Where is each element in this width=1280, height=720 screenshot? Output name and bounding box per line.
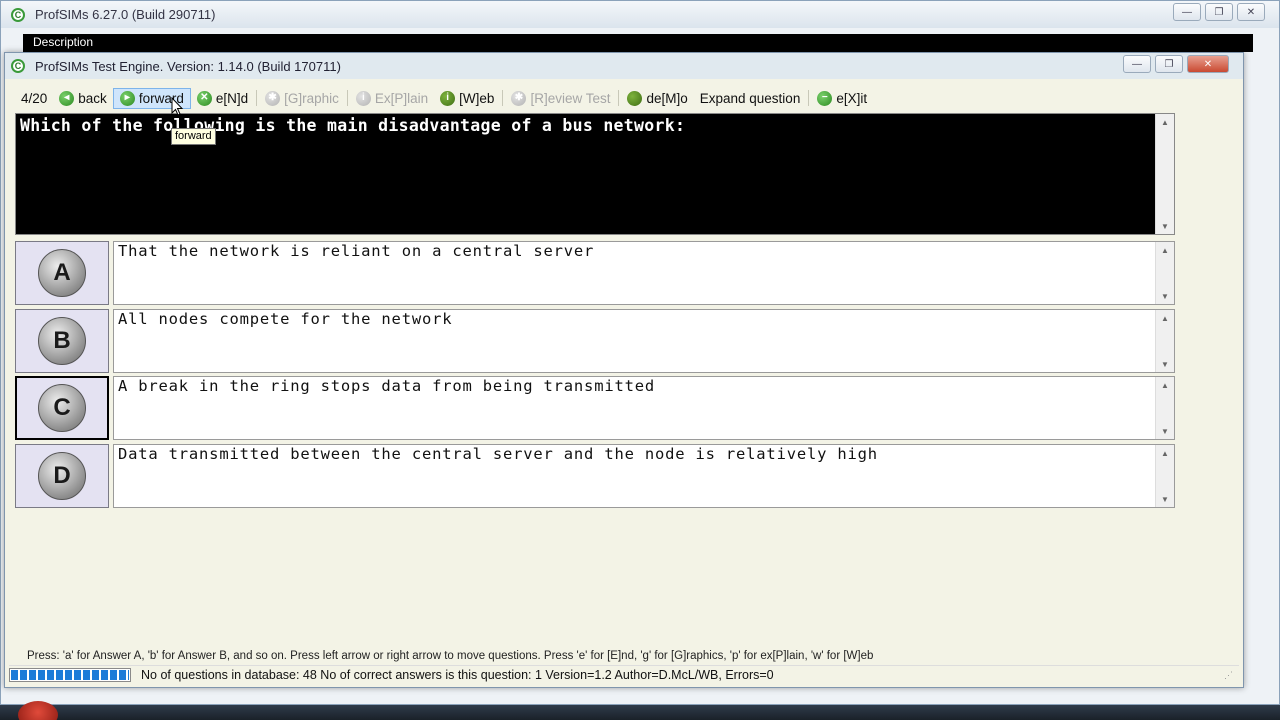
answer-c-button[interactable]: C — [15, 376, 109, 440]
end-button[interactable]: ✕ e[N]d — [191, 88, 254, 109]
answer-c-letter: C — [38, 384, 86, 432]
answer-a-button[interactable]: A — [15, 241, 109, 305]
info-icon: i — [355, 90, 371, 106]
progress-bar — [9, 667, 131, 682]
back-icon: ◂ — [59, 90, 75, 106]
app-icon: C — [11, 59, 25, 73]
question-scrollbar[interactable]: ▲ ▼ — [1155, 114, 1174, 234]
end-icon: ✕ — [196, 90, 212, 106]
back-label: back — [78, 90, 107, 106]
answer-d-letter: D — [38, 452, 86, 500]
outer-window-title: ProfSIMs 6.27.0 (Build 290711) — [35, 7, 216, 22]
exit-label: e[X]it — [836, 90, 868, 106]
answer-a-letter: A — [38, 249, 86, 297]
minimize-button[interactable]: — — [1123, 55, 1151, 73]
resize-grip-icon[interactable]: ⋰ — [1224, 670, 1233, 681]
question-counter: 4/20 — [21, 90, 48, 106]
answer-b-box[interactable]: All nodes compete for the network ▲ ▼ — [113, 309, 1175, 373]
answer-a-text: That the network is reliant on a central… — [118, 242, 595, 260]
demo-label: de[M]o — [646, 90, 688, 106]
answer-a-scrollbar[interactable]: ▲ ▼ — [1155, 242, 1174, 304]
explain-label: Ex[P]lain — [374, 90, 429, 106]
scroll-down-icon[interactable]: ▼ — [1161, 222, 1169, 231]
toolbar-separator — [346, 90, 348, 106]
scroll-up-icon[interactable]: ▲ — [1161, 118, 1169, 127]
scroll-up-icon[interactable]: ▲ — [1161, 314, 1169, 323]
outer-maximize-button[interactable]: ❐ — [1205, 3, 1233, 21]
toolbar-separator — [618, 90, 620, 106]
progress-fill — [11, 669, 129, 680]
exit-icon: − — [817, 90, 833, 106]
outer-minimize-button[interactable]: — — [1173, 3, 1201, 21]
scroll-down-icon[interactable]: ▼ — [1161, 427, 1169, 436]
web-button[interactable]: i [W]eb — [434, 88, 500, 109]
answer-row-a: A That the network is reliant on a centr… — [15, 241, 1175, 305]
outer-titlebar: C ProfSIMs 6.27.0 (Build 290711) — [1, 1, 1279, 28]
scroll-down-icon[interactable]: ▼ — [1161, 292, 1169, 301]
explain-button[interactable]: i Ex[P]lain — [350, 88, 434, 109]
toolbar-separator — [256, 90, 258, 106]
forward-tooltip: forward — [171, 128, 216, 145]
graphic-label: [G]raphic — [284, 90, 339, 106]
web-label: [W]eb — [459, 90, 495, 106]
review-icon: ✱ — [511, 90, 527, 106]
status-text: No of questions in database: 48 No of co… — [141, 667, 774, 682]
back-button[interactable]: ◂ back — [53, 88, 113, 109]
answer-b-letter: B — [38, 317, 86, 365]
toolbar-separator — [808, 90, 810, 106]
maximize-button[interactable]: ❐ — [1155, 55, 1183, 73]
end-label: e[N]d — [215, 90, 249, 106]
mouse-cursor-icon — [171, 97, 184, 116]
close-button[interactable]: ✕ — [1187, 55, 1229, 73]
answer-d-text: Data transmitted between the central ser… — [118, 445, 878, 463]
demo-button[interactable]: de[M]o — [621, 88, 693, 109]
answer-d-box[interactable]: Data transmitted between the central ser… — [113, 444, 1175, 508]
app-icon: C — [11, 7, 25, 22]
answer-b-text: All nodes compete for the network — [118, 310, 453, 328]
outer-window-controls: — ❐ ✕ — [1173, 3, 1265, 21]
review-label: [R]eview Test — [530, 90, 611, 106]
answer-row-b: B All nodes compete for the network ▲ ▼ — [15, 309, 1175, 373]
answer-row-d: D Data transmitted between the central s… — [15, 444, 1175, 508]
expand-question-button[interactable]: Expand question — [694, 88, 807, 109]
answer-c-text: A break in the ring stops data from bein… — [118, 377, 655, 395]
taskbar — [0, 701, 1280, 720]
outer-close-button[interactable]: ✕ — [1237, 3, 1265, 21]
description-label: Description — [33, 35, 94, 49]
graphic-icon: ✱ — [265, 90, 281, 106]
test-engine-window: C ProfSIMs Test Engine. Version: 1.14.0 … — [4, 52, 1244, 688]
main-window-controls: — ❐ ✕ — [1123, 55, 1229, 73]
answer-c-box[interactable]: A break in the ring stops data from bein… — [113, 376, 1175, 440]
answer-d-scrollbar[interactable]: ▲ ▼ — [1155, 445, 1174, 507]
main-titlebar: C ProfSIMs Test Engine. Version: 1.14.0 … — [5, 53, 1243, 79]
info-icon: i — [440, 90, 456, 106]
answer-row-c: C A break in the ring stops data from be… — [15, 376, 1175, 440]
answer-a-box[interactable]: That the network is reliant on a central… — [113, 241, 1175, 305]
description-bar: Description — [23, 34, 1253, 52]
help-text: Press: 'a' for Answer A, 'b' for Answer … — [27, 650, 874, 662]
scroll-down-icon[interactable]: ▼ — [1161, 360, 1169, 369]
toolbar-separator — [502, 90, 504, 106]
question-text: Which of the following is the main disad… — [20, 116, 686, 135]
answer-b-button[interactable]: B — [15, 309, 109, 373]
forward-icon: ▸ — [119, 90, 135, 106]
demo-icon — [627, 90, 643, 106]
scroll-up-icon[interactable]: ▲ — [1161, 246, 1169, 255]
toolbar: 4/20 ◂ back ▸ forward ✕ e[N]d ✱ [G]raphi… — [15, 87, 873, 109]
answer-c-scrollbar[interactable]: ▲ ▼ — [1155, 377, 1174, 439]
answer-b-scrollbar[interactable]: ▲ ▼ — [1155, 310, 1174, 372]
main-window-title: ProfSIMs Test Engine. Version: 1.14.0 (B… — [35, 58, 341, 74]
exit-button[interactable]: − e[X]it — [811, 88, 873, 109]
answer-d-button[interactable]: D — [15, 444, 109, 508]
status-bar: No of questions in database: 48 No of co… — [9, 665, 1239, 683]
review-test-button[interactable]: ✱ [R]eview Test — [505, 88, 616, 109]
scroll-down-icon[interactable]: ▼ — [1161, 495, 1169, 504]
graphic-button[interactable]: ✱ [G]raphic — [259, 88, 345, 109]
scroll-up-icon[interactable]: ▲ — [1161, 449, 1169, 458]
scroll-up-icon[interactable]: ▲ — [1161, 381, 1169, 390]
